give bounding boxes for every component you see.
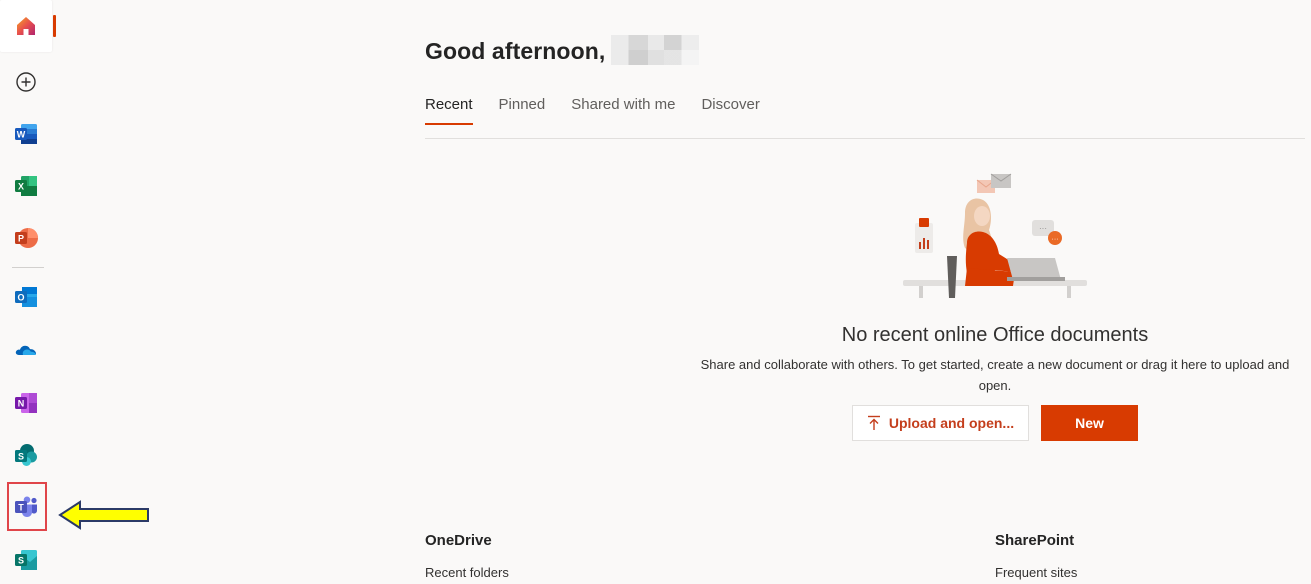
rail-onedrive[interactable] <box>0 324 52 376</box>
greeting: Good afternoon, <box>425 35 700 68</box>
rail-powerpoint[interactable]: P <box>0 212 52 264</box>
rail-divider <box>12 267 44 268</box>
rail-outlook[interactable]: O <box>0 271 52 323</box>
rail-create[interactable] <box>0 56 52 108</box>
pointer-arrow-icon <box>58 500 149 530</box>
new-document-button[interactable]: New <box>1041 405 1138 441</box>
onedrive-icon <box>15 345 37 355</box>
rail-excel[interactable]: X <box>0 160 52 212</box>
tab-recent[interactable]: Recent <box>425 96 473 125</box>
svg-text:P: P <box>18 234 24 244</box>
rail-home[interactable] <box>0 0 52 52</box>
rail-sharepoint[interactable]: S <box>0 429 52 481</box>
onenote-icon: N <box>15 393 37 413</box>
document-tabs: Recent Pinned Shared with me Discover <box>425 96 786 125</box>
sway-icon: S <box>15 550 37 570</box>
excel-icon: X <box>15 176 37 196</box>
active-indicator <box>53 15 56 37</box>
greeting-text: Good afternoon, <box>425 38 606 65</box>
rail-onenote[interactable]: N <box>0 377 52 429</box>
recent-folders-label: Recent folders <box>425 565 509 580</box>
frequent-sites-label: Frequent sites <box>995 565 1078 580</box>
redacted-username <box>611 35 700 65</box>
rail-word[interactable]: W <box>0 108 52 160</box>
create-icon <box>16 72 36 92</box>
app-launcher-rail: W X P O N S T S <box>0 0 149 584</box>
svg-text:S: S <box>18 452 24 462</box>
upload-and-open-button[interactable]: Upload and open... <box>852 405 1029 441</box>
rail-sway[interactable]: S <box>0 534 52 584</box>
upload-icon <box>867 415 881 431</box>
tab-shared-with-me[interactable]: Shared with me <box>571 96 675 122</box>
teams-highlight-box <box>7 482 47 531</box>
powerpoint-icon: P <box>15 228 38 248</box>
svg-text:W: W <box>17 130 26 140</box>
empty-state-illustration: ··· ··· <box>903 173 1087 298</box>
onedrive-section-title: OneDrive <box>425 532 492 549</box>
upload-and-open-label: Upload and open... <box>888 415 1015 431</box>
svg-text:···: ··· <box>1039 224 1047 233</box>
word-icon: W <box>15 124 37 144</box>
svg-text:X: X <box>18 182 24 192</box>
empty-state-description: Share and collaborate with others. To ge… <box>700 357 1290 393</box>
home-icon <box>17 17 35 35</box>
svg-text:···: ··· <box>1052 236 1059 243</box>
svg-text:O: O <box>17 293 24 303</box>
outlook-icon: O <box>15 287 37 307</box>
tab-discover[interactable]: Discover <box>701 96 759 122</box>
tabs-divider <box>425 138 1305 139</box>
empty-state-title: No recent online Office documents <box>841 324 1149 346</box>
office-home: W X P O N S T S Good afternoon, Recent P… <box>0 0 1311 584</box>
sharepoint-icon: S <box>15 444 37 466</box>
svg-text:S: S <box>18 556 24 566</box>
tab-pinned[interactable]: Pinned <box>499 96 546 122</box>
sharepoint-section-title: SharePoint <box>995 532 1075 549</box>
svg-text:N: N <box>18 399 25 409</box>
